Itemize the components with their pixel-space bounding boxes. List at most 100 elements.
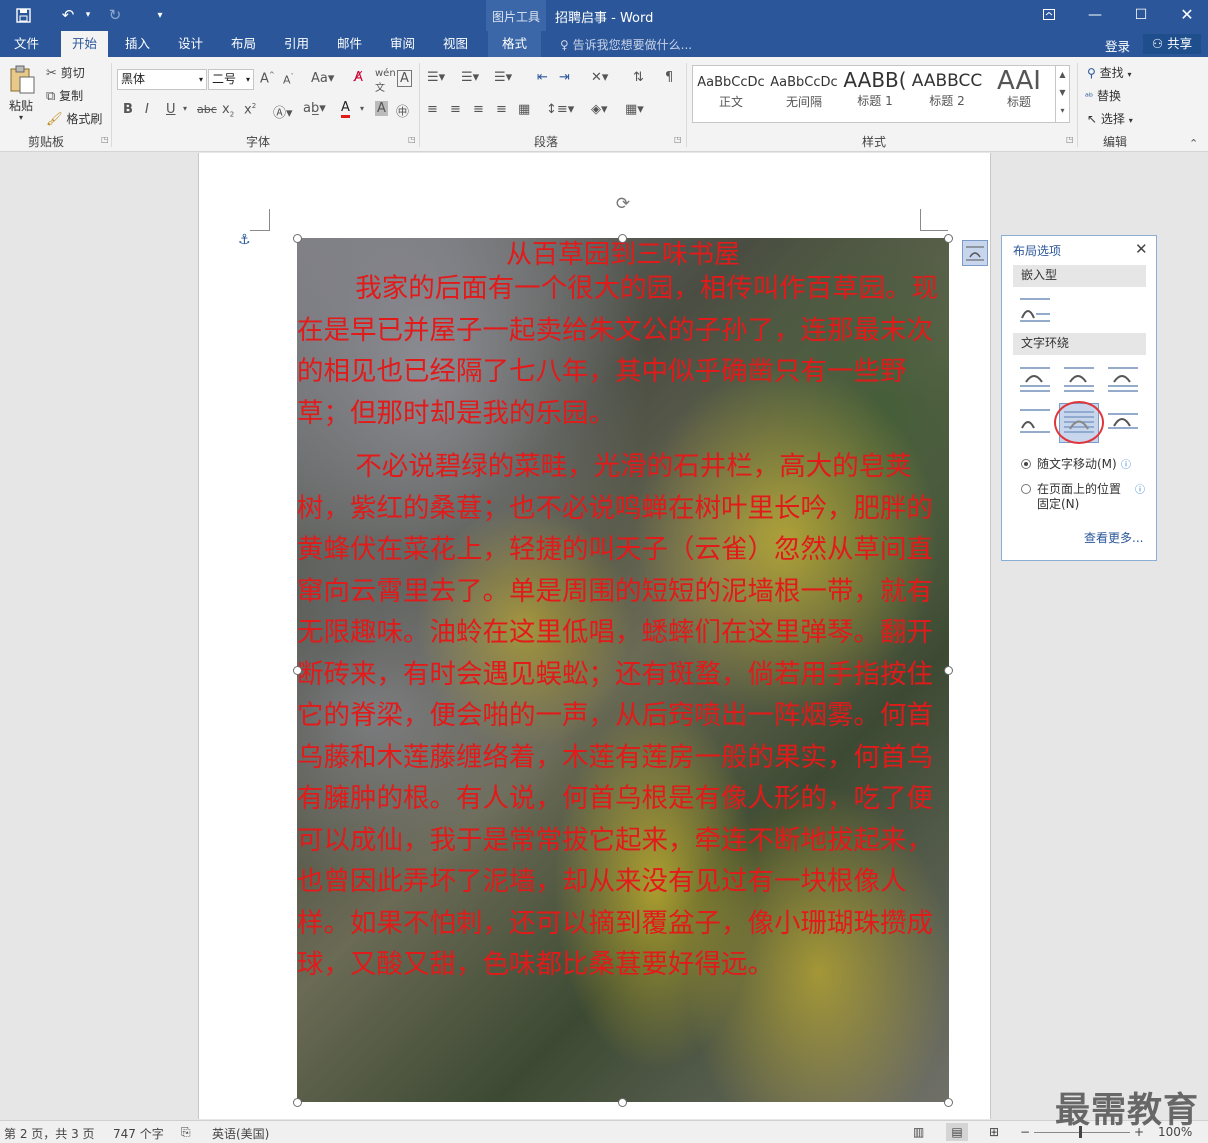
- resize-handle-e[interactable]: [944, 666, 953, 675]
- ribbon-display-icon[interactable]: [1037, 4, 1061, 26]
- tab-layout[interactable]: 布局: [220, 31, 267, 57]
- sort-icon[interactable]: ⇅: [633, 70, 644, 85]
- sign-in-link[interactable]: 登录: [1105, 36, 1130, 55]
- subscript-icon[interactable]: x2: [222, 102, 234, 119]
- highlight-color-icon[interactable]: ab̲▾: [303, 101, 326, 116]
- web-layout-icon[interactable]: ⊞: [989, 1125, 999, 1139]
- borders-icon[interactable]: ▦▾: [625, 102, 644, 117]
- resize-handle-w[interactable]: [293, 666, 302, 675]
- style-heading-2[interactable]: AABBCC 标题 2: [911, 66, 983, 122]
- clear-formatting-icon[interactable]: A̸: [354, 70, 363, 85]
- resize-handle-s[interactable]: [618, 1098, 627, 1107]
- read-mode-icon[interactable]: ▥: [913, 1125, 924, 1139]
- clipboard-launcher-icon[interactable]: ◳: [101, 135, 109, 144]
- proofing-icon[interactable]: ⎘: [181, 1125, 191, 1140]
- through-wrap-icon[interactable]: [1106, 364, 1140, 394]
- top-bottom-wrap-icon[interactable]: [1018, 406, 1052, 436]
- minimize-icon[interactable]: —: [1083, 4, 1107, 26]
- language-indicator[interactable]: 英语(美国): [212, 1125, 269, 1142]
- close-icon[interactable]: ✕: [1135, 240, 1148, 258]
- selected-picture[interactable]: 从百草园到三味书屋 我家的后面有一个很大的园，相传叫作百草园。现在是早已并屋子一…: [297, 238, 949, 1102]
- tab-file[interactable]: 文件: [3, 31, 50, 57]
- see-more-link[interactable]: 查看更多...: [1084, 529, 1143, 546]
- distributed-icon[interactable]: ▦: [518, 102, 530, 117]
- style-normal[interactable]: AaBbCcDc 正文: [695, 66, 767, 122]
- tab-mailings[interactable]: 邮件: [326, 31, 373, 57]
- paragraph-launcher-icon[interactable]: ◳: [674, 135, 682, 144]
- share-button[interactable]: ⚇ 共享: [1143, 34, 1201, 54]
- page-count[interactable]: 第 2 页，共 3 页: [4, 1125, 95, 1142]
- bullets-icon[interactable]: ☰▾: [427, 70, 445, 85]
- line-spacing-icon[interactable]: ↕≡▾: [546, 102, 574, 117]
- tight-wrap-icon[interactable]: [1062, 364, 1096, 394]
- layout-options-button[interactable]: [962, 240, 988, 266]
- print-layout-icon[interactable]: ▤: [946, 1123, 968, 1141]
- shrink-font-icon[interactable]: Aˇ: [283, 73, 294, 87]
- increase-indent-icon[interactable]: ⇥: [559, 70, 570, 85]
- word-count[interactable]: 747 个字: [113, 1125, 164, 1142]
- underline-icon[interactable]: U: [166, 102, 176, 117]
- italic-icon[interactable]: I: [145, 102, 149, 117]
- zoom-out-icon[interactable]: −: [1020, 1125, 1030, 1139]
- undo-icon[interactable]: ↶: [57, 5, 79, 25]
- redo-icon[interactable]: ↻: [104, 5, 126, 25]
- collapse-ribbon-icon[interactable]: ⌃: [1189, 137, 1198, 150]
- chinese-layout-icon[interactable]: ✕▾: [591, 70, 608, 85]
- font-name-box[interactable]: 黑体 ▾: [117, 69, 207, 90]
- style-title[interactable]: AAI 标题: [983, 66, 1055, 122]
- resize-handle-n[interactable]: [618, 234, 627, 243]
- decrease-indent-icon[interactable]: ⇤: [537, 70, 548, 85]
- tab-view[interactable]: 视图: [432, 31, 479, 57]
- resize-handle-ne[interactable]: [944, 234, 953, 243]
- paste-dropdown-icon[interactable]: ▾: [19, 113, 23, 122]
- font-launcher-icon[interactable]: ◳: [408, 135, 416, 144]
- maximize-icon[interactable]: ☐: [1129, 4, 1153, 26]
- undo-dropdown-icon[interactable]: ▾: [77, 5, 99, 25]
- format-painter-button[interactable]: 🖌 格式刷: [46, 110, 102, 127]
- rotate-handle-icon[interactable]: ⟳: [613, 194, 633, 214]
- multilevel-list-icon[interactable]: ☰▾: [494, 70, 512, 85]
- justify-icon[interactable]: ≡: [496, 102, 507, 117]
- bold-icon[interactable]: B: [123, 102, 133, 117]
- shading-icon[interactable]: ◈▾: [591, 102, 608, 117]
- tell-me-box[interactable]: ♀ 告诉我您想要做什么...: [560, 36, 692, 53]
- grow-font-icon[interactable]: A^: [260, 71, 275, 86]
- style-no-spacing[interactable]: AaBbCcDc 无间隔: [768, 66, 840, 122]
- customize-qat-icon[interactable]: ▾: [149, 5, 171, 25]
- change-case-icon[interactable]: Aa▾: [311, 71, 334, 86]
- style-heading-1[interactable]: AABB( 标题 1: [839, 66, 911, 122]
- font-size-box[interactable]: 二号 ▾: [208, 69, 254, 90]
- save-icon[interactable]: [12, 5, 34, 25]
- tab-review[interactable]: 审阅: [379, 31, 426, 57]
- resize-handle-se[interactable]: [944, 1098, 953, 1107]
- close-icon[interactable]: ✕: [1175, 4, 1199, 26]
- enclose-characters-icon[interactable]: ㊥: [396, 101, 409, 120]
- paste-button[interactable]: [8, 65, 36, 98]
- font-color-icon[interactable]: A: [341, 101, 350, 118]
- square-wrap-icon[interactable]: [1018, 364, 1052, 394]
- info-icon[interactable]: ⓘ: [1135, 481, 1145, 496]
- move-with-text-radio[interactable]: [1021, 459, 1031, 469]
- show-marks-icon[interactable]: ¶: [665, 70, 673, 85]
- tab-design[interactable]: 设计: [167, 31, 214, 57]
- phonetic-guide-icon[interactable]: wén 文: [375, 68, 396, 94]
- tab-insert[interactable]: 插入: [114, 31, 161, 57]
- underline-dropdown-icon[interactable]: ▾: [183, 104, 187, 113]
- styles-scroll[interactable]: ▲ ▼ ▾: [1055, 66, 1069, 122]
- inline-wrap-icon[interactable]: [1018, 294, 1052, 324]
- tab-format[interactable]: 格式: [488, 31, 542, 57]
- character-border-icon[interactable]: A: [397, 70, 412, 87]
- styles-launcher-icon[interactable]: ◳: [1066, 135, 1074, 144]
- align-right-icon[interactable]: ≡: [473, 102, 484, 117]
- text-effects-icon[interactable]: Ⓐ▾: [273, 102, 293, 121]
- superscript-icon[interactable]: x2: [244, 102, 256, 117]
- select-button[interactable]: ↖ 选择 ▾: [1087, 110, 1133, 127]
- character-shading-icon[interactable]: A: [375, 101, 388, 116]
- strikethrough-icon[interactable]: abc: [197, 103, 217, 116]
- tab-references[interactable]: 引用: [273, 31, 320, 57]
- info-icon[interactable]: ⓘ: [1121, 456, 1131, 471]
- tab-home[interactable]: 开始: [61, 31, 109, 57]
- align-left-icon[interactable]: ≡: [427, 102, 438, 117]
- find-button[interactable]: ⚲ 查找 ▾: [1087, 64, 1131, 81]
- fix-position-radio[interactable]: [1021, 484, 1031, 494]
